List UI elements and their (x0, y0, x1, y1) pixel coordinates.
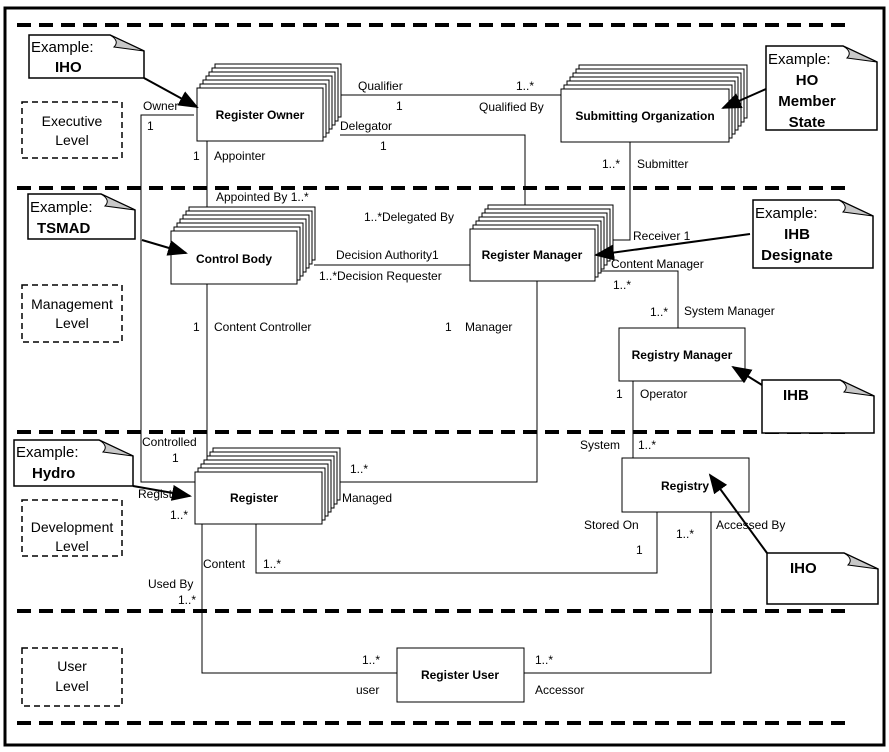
class-control-body[interactable]: Control Body (170, 206, 316, 285)
role-label: Qualified By (479, 100, 544, 114)
class-register-manager[interactable]: Register Manager (469, 204, 614, 282)
owner-register-line (140, 114, 195, 483)
multiplicity: 1 (380, 139, 387, 153)
multiplicity: 1..* (613, 278, 631, 292)
role-label: 1..*Decision Requester (319, 269, 442, 283)
note-text: IHO (55, 59, 82, 76)
role-label: 1..*Delegated By (364, 210, 454, 224)
multiplicity: 1..* (170, 508, 188, 522)
level-label: Development (31, 519, 114, 535)
multiplicity: 1 (193, 320, 200, 334)
level-label: Level (55, 678, 88, 694)
role-label: Manager (465, 320, 512, 334)
note-text: Example: (768, 51, 831, 68)
note-ihb: IHB (731, 365, 875, 434)
class-name: Submitting Organization (575, 109, 714, 123)
multiplicity: 1 (147, 119, 154, 133)
multiplicity: 1..* (676, 527, 694, 541)
note-text: Designate (761, 247, 833, 264)
outer-border (3, 6, 886, 747)
class-name: Register User (421, 668, 499, 682)
multiplicity: 1 (193, 149, 200, 163)
class-name: Control Body (196, 252, 272, 266)
note-text: Example: (755, 205, 818, 222)
multiplicity: 1..* (263, 557, 281, 571)
role-label: System (580, 438, 620, 452)
note-text: Example: (31, 39, 94, 56)
class-registry-manager[interactable]: Registry Manager (618, 327, 746, 382)
note-text: State (789, 114, 826, 131)
level-development: Development Level (21, 499, 123, 557)
multiplicity: 1..* (638, 438, 656, 452)
multiplicity: 1 (445, 320, 452, 334)
class-name: Register Manager (482, 248, 583, 262)
role-label: Decision Authority1 (336, 248, 439, 262)
class-name: Registry (661, 479, 709, 493)
class-register-user[interactable]: Register User (396, 647, 525, 703)
role-label: Owner (143, 99, 178, 113)
note-text: IHB (783, 387, 809, 404)
associations (140, 94, 712, 674)
class-name: Register Owner (216, 108, 305, 122)
uml-diagram: Executive Level Management Level Develop… (3, 6, 886, 747)
role-label: Controlled (142, 435, 197, 449)
role-label: Used By (148, 577, 193, 591)
role-label: Qualifier (358, 79, 403, 93)
level-management: Management Level (21, 284, 123, 343)
level-label: Level (55, 132, 88, 148)
note-text: Member (778, 93, 836, 110)
multiplicity: 1..* (362, 653, 380, 667)
multiplicity: 1..* (535, 653, 553, 667)
role-label: Content Manager (611, 257, 704, 271)
multiplicity: 1..* (516, 79, 534, 93)
role-label: Submitter (637, 157, 688, 171)
role-label: System Manager (684, 304, 775, 318)
level-label: Management (31, 296, 113, 312)
multiplicity: 1 (636, 543, 643, 557)
level-label: Executive (42, 113, 103, 129)
manager-line (339, 281, 538, 483)
class-name: Registry Manager (632, 348, 733, 362)
multiplicity: 1..* (178, 593, 196, 607)
level-label: Level (55, 538, 88, 554)
class-register-owner[interactable]: Register Owner (196, 63, 342, 142)
note-iho-top: Example: IHO (28, 34, 199, 108)
level-label: User (57, 658, 87, 674)
content-manager-line (595, 270, 679, 328)
note-text: IHO (790, 560, 817, 577)
role-label: Accessor (535, 683, 584, 697)
role-label: user (356, 683, 379, 697)
class-submitting-organization[interactable]: Submitting Organization (560, 64, 748, 143)
level-user: User Level (21, 647, 123, 707)
note-text: TSMAD (37, 220, 90, 237)
multiplicity: 1 (396, 99, 403, 113)
role-label: Delegator (340, 119, 392, 133)
multiplicity: 1 (172, 451, 179, 465)
role-label: Operator (640, 387, 687, 401)
note-text: Hydro (32, 465, 75, 482)
used-by-line (201, 524, 397, 674)
note-text: Example: (16, 444, 79, 461)
multiplicity: 1..* (350, 462, 368, 476)
class-register[interactable]: Register (194, 447, 341, 525)
note-text: IHB (784, 226, 810, 243)
multiplicity: 1..* (602, 157, 620, 171)
level-label: Level (55, 315, 88, 331)
multiplicity: 1 (616, 387, 623, 401)
role-labels: Owner 1 1 Appointer Appointed By 1..* Qu… (138, 79, 785, 697)
role-label: Receiver 1 (633, 229, 691, 243)
role-label: Content Controller (214, 320, 311, 334)
note-tsmad: Example: TSMAD (27, 193, 188, 256)
class-name: Register (230, 491, 278, 505)
role-label: Content (203, 557, 246, 571)
note-text: HO (796, 72, 819, 89)
note-text: Example: (30, 199, 93, 216)
role-label: Stored On (584, 518, 639, 532)
multiplicity: 1..* (650, 305, 668, 319)
role-label: Appointed By 1..* (216, 190, 309, 204)
level-executive: Executive Level (21, 101, 123, 159)
role-label: Managed (342, 491, 392, 505)
role-label: Appointer (214, 149, 265, 163)
